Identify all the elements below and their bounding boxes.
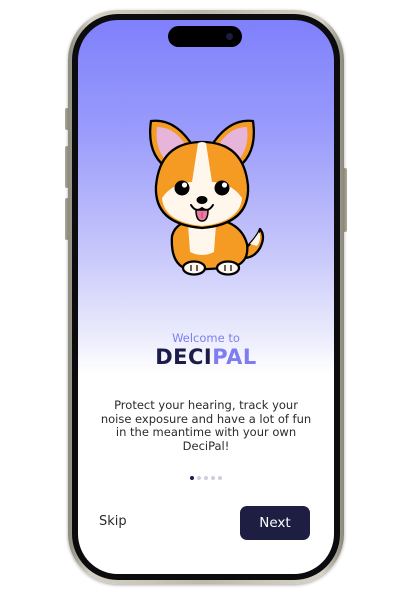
pager-dot-5[interactable] (218, 476, 222, 480)
brand-title: DECIPAL (78, 345, 334, 369)
corgi-mascot-icon (149, 119, 265, 276)
brand-title-part1: DECI (155, 345, 213, 369)
onboarding-screen: Welcome to DECIPAL Protect your hearing,… (78, 20, 334, 574)
skip-button[interactable]: Skip (99, 514, 127, 529)
brand-title-part2: PAL (212, 345, 257, 369)
next-button[interactable]: Next (240, 506, 310, 540)
next-button-label: Next (259, 515, 291, 531)
pager-dots (78, 476, 334, 480)
pager-dot-1[interactable] (190, 476, 194, 480)
dynamic-island (168, 26, 242, 47)
onboarding-description: Protect your hearing, track your noise e… (100, 398, 312, 453)
device-mockup: Welcome to DECIPAL Protect your hearing,… (0, 0, 417, 598)
welcome-text: Welcome to (172, 331, 240, 345)
pager-dot-3[interactable] (204, 476, 208, 480)
pager-dot-4[interactable] (211, 476, 215, 480)
pager-dot-2[interactable] (197, 476, 201, 480)
camera-icon (226, 33, 233, 40)
